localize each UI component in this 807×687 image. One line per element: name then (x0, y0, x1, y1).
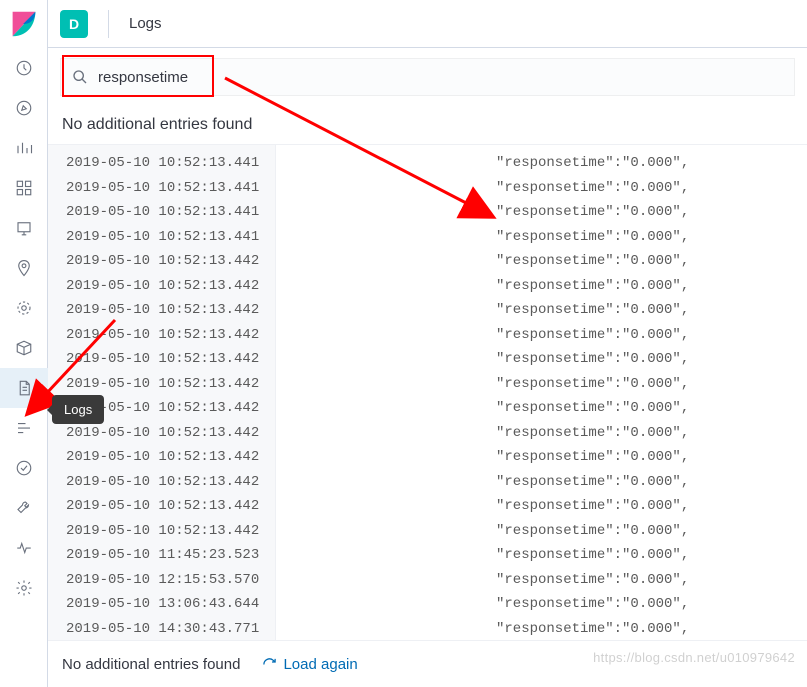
divider (108, 10, 109, 38)
log-message: "responsetime":"0.000", (286, 543, 807, 568)
discover-icon[interactable] (0, 88, 48, 128)
log-timestamp: 2019-05-10 10:52:13.441 (66, 200, 275, 225)
log-message: "responsetime":"0.000", (286, 396, 807, 421)
log-timestamp: 2019-05-10 10:52:13.441 (66, 176, 275, 201)
search-input[interactable] (98, 69, 783, 86)
log-message: "responsetime":"0.000", (286, 421, 807, 446)
kibana-logo[interactable] (0, 0, 48, 48)
dashboard-icon[interactable] (0, 168, 48, 208)
uptime-icon[interactable] (0, 448, 48, 488)
logs-icon[interactable] (0, 368, 48, 408)
log-message: "responsetime":"0.000", (286, 225, 807, 250)
management-icon[interactable] (0, 568, 48, 608)
watermark: https://blog.csdn.net/u010979642 (593, 650, 795, 665)
log-message: "responsetime":"0.000", (286, 151, 807, 176)
search-icon (72, 69, 88, 85)
log-timestamp: 2019-05-10 10:52:13.442 (66, 519, 275, 544)
search-wrap (48, 48, 807, 106)
top-bar: D Logs (48, 0, 807, 48)
ml-icon[interactable] (0, 288, 48, 328)
log-message: "responsetime":"0.000", (286, 372, 807, 397)
log-timestamp: 2019-05-10 10:52:13.442 (66, 445, 275, 470)
infra-icon[interactable] (0, 328, 48, 368)
log-message: "responsetime":"0.000", (286, 617, 807, 641)
message-column: "responsetime":"0.000","responsetime":"0… (276, 145, 807, 640)
no-entries-bottom: No additional entries found (62, 656, 240, 673)
log-message: "responsetime":"0.000", (286, 568, 807, 593)
log-timestamp: 2019-05-10 10:52:13.441 (66, 151, 275, 176)
log-message: "responsetime":"0.000", (286, 347, 807, 372)
log-timestamp: 2019-05-10 10:52:13.442 (66, 298, 275, 323)
maps-icon[interactable] (0, 248, 48, 288)
load-again-label: Load again (283, 656, 357, 673)
main-content: D Logs No additional entries found 2019-… (48, 0, 807, 687)
log-message: "responsetime":"0.000", (286, 249, 807, 274)
log-timestamp: 2019-05-10 10:52:13.442 (66, 347, 275, 372)
no-entries-top: No additional entries found (48, 106, 807, 145)
devtools-icon[interactable] (0, 488, 48, 528)
monitoring-icon[interactable] (0, 528, 48, 568)
log-message: "responsetime":"0.000", (286, 176, 807, 201)
log-timestamp: 2019-05-10 14:30:43.771 (66, 617, 275, 642)
log-message: "responsetime":"0.000", (286, 519, 807, 544)
canvas-icon[interactable] (0, 208, 48, 248)
timestamp-column: 2019-05-10 10:52:13.4412019-05-10 10:52:… (48, 145, 276, 640)
search-bar[interactable] (60, 58, 795, 96)
log-timestamp: 2019-05-10 10:52:13.442 (66, 421, 275, 446)
left-nav (0, 0, 48, 687)
visualize-icon[interactable] (0, 128, 48, 168)
log-message: "responsetime":"0.000", (286, 592, 807, 617)
breadcrumb[interactable]: Logs (129, 15, 162, 32)
apm-icon[interactable] (0, 408, 48, 448)
log-timestamp: 2019-05-10 10:52:13.442 (66, 372, 275, 397)
log-timestamp: 2019-05-10 10:52:13.442 (66, 249, 275, 274)
log-timestamp: 2019-05-10 10:52:13.442 (66, 494, 275, 519)
log-message: "responsetime":"0.000", (286, 274, 807, 299)
log-message: "responsetime":"0.000", (286, 200, 807, 225)
log-message: "responsetime":"0.000", (286, 445, 807, 470)
log-stream[interactable]: 2019-05-10 10:52:13.4412019-05-10 10:52:… (48, 145, 807, 641)
log-timestamp: 2019-05-10 10:52:13.441 (66, 225, 275, 250)
space-badge[interactable]: D (60, 10, 88, 38)
log-timestamp: 2019-05-10 10:52:13.442 (66, 470, 275, 495)
logs-tooltip: Logs (52, 395, 104, 424)
log-timestamp: 2019-05-10 12:15:53.570 (66, 568, 275, 593)
log-message: "responsetime":"0.000", (286, 323, 807, 348)
log-timestamp: 2019-05-10 13:06:43.644 (66, 592, 275, 617)
log-timestamp: 2019-05-10 11:45:23.523 (66, 543, 275, 568)
recent-icon[interactable] (0, 48, 48, 88)
log-message: "responsetime":"0.000", (286, 298, 807, 323)
log-message: "responsetime":"0.000", (286, 494, 807, 519)
load-again-button[interactable]: Load again (262, 656, 357, 673)
log-message: "responsetime":"0.000", (286, 470, 807, 495)
log-timestamp: 2019-05-10 10:52:13.442 (66, 323, 275, 348)
refresh-icon (262, 657, 277, 672)
log-timestamp: 2019-05-10 10:52:13.442 (66, 274, 275, 299)
